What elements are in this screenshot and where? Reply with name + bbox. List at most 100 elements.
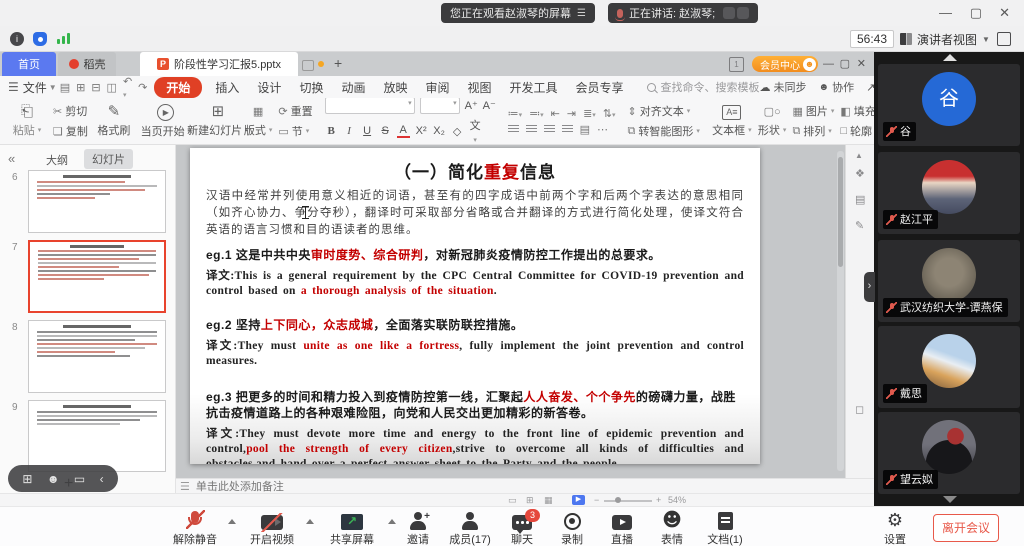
menu-transition[interactable]: 切换 <box>290 79 332 96</box>
font-color-button[interactable]: A <box>397 124 410 138</box>
justify-icon[interactable] <box>562 125 573 134</box>
new-slide-button[interactable]: ⊞ 新建幻灯片▾ <box>195 100 241 142</box>
meeting-maximize-button[interactable]: ▢ <box>970 0 982 26</box>
window-tool-icon[interactable]: 1 <box>729 57 744 72</box>
export-icon[interactable]: ⊞ <box>76 81 85 94</box>
copy-button[interactable]: ❏复制 <box>53 123 88 139</box>
menu-view[interactable]: 视图 <box>459 79 501 96</box>
save-icon[interactable]: ▤ <box>60 81 70 94</box>
wps-restore-button[interactable]: ▢ <box>840 52 850 76</box>
tab-outline[interactable]: 大纲 <box>46 152 68 168</box>
menu-devtools[interactable]: 开发工具 <box>501 79 567 96</box>
align-center-icon[interactable] <box>526 125 537 134</box>
scroll-down-icon[interactable] <box>943 496 957 503</box>
participant-tile[interactable]: 武汉纺织大学-谭燕保 <box>878 240 1020 322</box>
layout-button[interactable]: 版式▾ <box>244 122 273 138</box>
textbox-button[interactable]: A≡ 文本框▾ <box>709 100 755 142</box>
menu-start[interactable]: 开始 <box>154 77 202 98</box>
unmute-button[interactable]: 解除静音 <box>157 510 233 547</box>
new-tab-button[interactable]: + <box>334 55 342 71</box>
search-input[interactable]: 查找命令、搜索模板 <box>647 79 760 95</box>
menu-member[interactable]: 会员专享 <box>567 79 633 96</box>
decrease-font-icon[interactable]: A⁻ <box>483 99 496 112</box>
align-text-button[interactable]: ⇕对齐文本▾ <box>628 103 700 119</box>
play-from-page-button[interactable]: ▶ 当页开始▾ <box>143 100 189 142</box>
menu-file[interactable]: 文件 <box>19 79 49 96</box>
meeting-info-icon[interactable]: i <box>10 32 24 46</box>
zoom-slider-knob[interactable] <box>615 497 621 503</box>
settings-button[interactable]: ⚙ 设置 <box>857 510 933 547</box>
font-size-select[interactable] <box>420 98 460 114</box>
account-badge[interactable]: 会员中心 ☻ <box>752 56 818 72</box>
banner-list-icon[interactable]: ☰ <box>577 8 586 19</box>
cut-button[interactable]: ✂剪切 <box>53 103 88 119</box>
arrange-button[interactable]: ⧉排列▾ <box>792 123 834 139</box>
collaborate-button[interactable]: ☻协作 <box>819 79 855 95</box>
meeting-minimize-button[interactable]: — <box>939 0 952 26</box>
line-spacing-icon[interactable]: ≣▾ <box>583 107 596 120</box>
zoom-slider[interactable] <box>604 500 652 502</box>
print-icon[interactable]: ⊟ <box>91 81 100 94</box>
notes-bar[interactable]: ☰ 单击此处添加备注 <box>176 478 874 493</box>
comment-tool-icon[interactable]: ◻ <box>855 403 864 416</box>
align-left-icon[interactable] <box>508 125 519 134</box>
canvas-scrollbar[interactable] <box>837 151 844 471</box>
collapse-panel-icon[interactable]: « <box>8 151 15 166</box>
italic-button[interactable]: I <box>343 125 356 137</box>
strikethrough-button[interactable]: S <box>379 125 392 137</box>
bullet-list-icon[interactable]: ≔▾ <box>508 107 523 120</box>
menu-design[interactable]: 设计 <box>248 79 290 96</box>
menu-review[interactable]: 审阅 <box>416 79 458 96</box>
start-video-button[interactable]: 开启视频 <box>234 510 310 547</box>
participant-tile[interactable]: 赵江平 <box>878 152 1020 234</box>
subscript-button[interactable]: X₂ <box>433 125 446 137</box>
normal-view-icon[interactable]: ▭ <box>508 495 517 506</box>
clear-format-button[interactable]: ◇ <box>451 125 464 138</box>
decrease-indent-icon[interactable]: ⇤ <box>551 107 560 120</box>
outline-button[interactable]: □轮廓▾ <box>840 123 874 139</box>
emoji-icon[interactable]: ☻ <box>47 472 60 486</box>
increase-font-icon[interactable]: A⁺ <box>465 99 478 112</box>
chevron-left-icon[interactable]: ‹ <box>100 472 104 486</box>
undo-icon[interactable]: ↶ ▾ <box>123 75 132 100</box>
share-screen-button[interactable]: 共享屏幕 <box>314 510 390 547</box>
tab-docer[interactable]: 稻壳 <box>58 52 116 76</box>
meeting-close-button[interactable]: ✕ <box>999 0 1010 26</box>
zoom-in-icon[interactable]: + <box>656 495 661 505</box>
fullscreen-icon[interactable] <box>997 32 1011 46</box>
grid-icon[interactable]: ⊞ <box>22 472 32 486</box>
zoom-out-icon[interactable]: − <box>594 495 599 505</box>
scroll-up-icon[interactable] <box>943 54 957 61</box>
docs-button[interactable]: 文档(1) <box>687 510 763 547</box>
picture-button[interactable]: ▦图片▾ <box>792 103 834 119</box>
preview-icon[interactable]: ◫ <box>107 81 117 94</box>
redo-icon[interactable]: ↷ <box>138 81 147 94</box>
slide-thumbnail-9[interactable] <box>28 400 166 472</box>
tab-comment-icon[interactable] <box>302 60 314 71</box>
security-shield-icon[interactable] <box>33 32 47 46</box>
superscript-button[interactable]: X² <box>415 125 428 137</box>
paste-button[interactable]: ⎗ 粘贴▾ <box>4 100 50 142</box>
slide-canvas[interactable]: （一）简化重复信息 汉语中经常并列使用意义相近的词语，甚至有的四字成语中前两个字… <box>176 145 845 478</box>
text-tools-button[interactable]: 文▾ <box>469 117 482 145</box>
fill-button[interactable]: ◧填充▾ <box>840 103 874 119</box>
slide-page[interactable]: （一）简化重复信息 汉语中经常并列使用意义相近的词语，甚至有的四字成语中前两个字… <box>190 148 760 464</box>
video-options-caret[interactable] <box>306 519 314 524</box>
slide-thumbnail-8[interactable] <box>28 320 166 393</box>
align-right-icon[interactable] <box>544 125 555 134</box>
participant-tile[interactable]: 望云姒 <box>878 412 1020 494</box>
view-mode-dropdown[interactable]: 演讲者视图 ▼ <box>900 30 990 48</box>
reading-view-icon[interactable]: ▦ <box>544 495 553 506</box>
hamburger-icon[interactable]: ☰ <box>8 80 19 94</box>
beautify-tool-icon[interactable]: ❖ <box>855 167 865 180</box>
wps-close-button[interactable]: ✕ <box>857 52 866 76</box>
keyboard-icon[interactable]: ▭ <box>74 472 85 486</box>
shape-button[interactable]: 形状▾ <box>758 122 787 138</box>
font-family-select[interactable] <box>325 98 415 114</box>
sidebar-collapse-handle[interactable]: › <box>864 272 875 302</box>
sort-icon[interactable]: ⇅▾ <box>603 107 616 120</box>
increase-indent-icon[interactable]: ⇥ <box>567 107 576 120</box>
slide-thumbnail-6[interactable] <box>28 170 166 233</box>
bold-button[interactable]: B <box>325 125 338 137</box>
slide-thumbnail-7[interactable] <box>28 240 166 313</box>
